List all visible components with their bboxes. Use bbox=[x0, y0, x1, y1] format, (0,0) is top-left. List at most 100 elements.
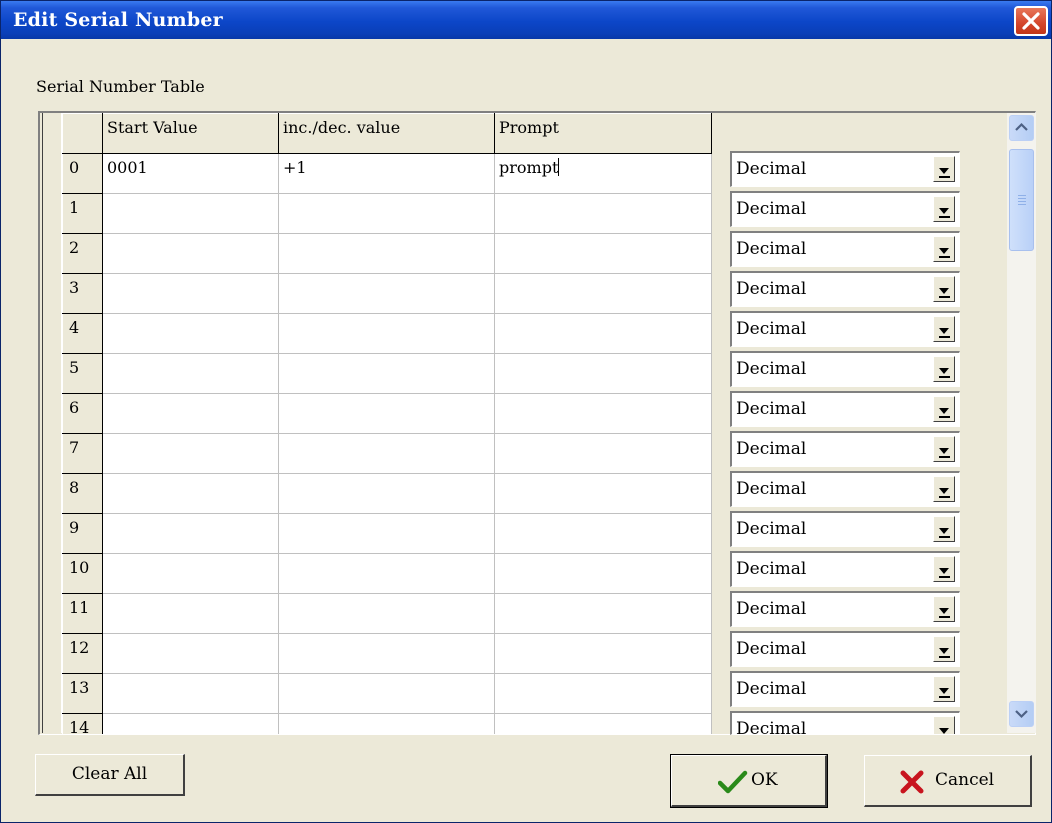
dropdown-arrow-icon[interactable] bbox=[933, 716, 955, 734]
format-select[interactable]: Decimal bbox=[730, 271, 960, 307]
format-select[interactable]: Decimal bbox=[730, 551, 960, 587]
dropdown-arrow-icon[interactable] bbox=[933, 276, 955, 302]
start-value-cell[interactable] bbox=[102, 193, 279, 234]
table-row: 11 bbox=[62, 593, 712, 634]
format-select-value: Decimal bbox=[736, 479, 807, 499]
format-select[interactable]: Decimal bbox=[730, 671, 960, 707]
dropdown-arrow-icon[interactable] bbox=[933, 556, 955, 582]
prompt-cell[interactable] bbox=[494, 193, 712, 234]
scroll-thumb[interactable] bbox=[1009, 149, 1034, 251]
dropdown-arrow-icon[interactable] bbox=[933, 316, 955, 342]
format-select[interactable]: Decimal bbox=[730, 431, 960, 467]
dropdown-arrow-icon[interactable] bbox=[933, 396, 955, 422]
inc-dec-value-cell[interactable] bbox=[278, 473, 495, 514]
format-select-value: Decimal bbox=[736, 719, 807, 735]
prompt-cell[interactable] bbox=[494, 353, 712, 394]
start-value-cell[interactable] bbox=[102, 353, 279, 394]
dropdown-arrow-icon[interactable] bbox=[933, 196, 955, 222]
row-index: 1 bbox=[62, 193, 103, 234]
column-header-inc-dec-value[interactable]: inc./dec. value bbox=[278, 113, 495, 154]
inc-dec-value-cell[interactable] bbox=[278, 273, 495, 314]
start-value-cell[interactable] bbox=[102, 273, 279, 314]
dropdown-arrow-icon[interactable] bbox=[933, 636, 955, 662]
inc-dec-value-cell[interactable] bbox=[278, 633, 495, 674]
prompt-cell[interactable]: prompt bbox=[494, 153, 712, 194]
chevron-up-icon bbox=[1015, 122, 1028, 131]
column-header-start-value[interactable]: Start Value bbox=[102, 113, 279, 154]
prompt-cell[interactable] bbox=[494, 513, 712, 554]
dropdown-arrow-icon[interactable] bbox=[933, 156, 955, 182]
start-value-cell[interactable] bbox=[102, 233, 279, 274]
dropdown-arrow-icon[interactable] bbox=[933, 676, 955, 702]
cancel-button[interactable]: Cancel bbox=[864, 755, 1032, 807]
format-select[interactable]: Decimal bbox=[730, 191, 960, 227]
dropdown-arrow-icon[interactable] bbox=[933, 436, 955, 462]
format-select[interactable]: Decimal bbox=[730, 631, 960, 667]
prompt-cell[interactable] bbox=[494, 433, 712, 474]
inc-dec-value-cell[interactable] bbox=[278, 393, 495, 434]
prompt-cell[interactable] bbox=[494, 233, 712, 274]
format-select[interactable]: Decimal bbox=[730, 511, 960, 547]
format-select[interactable]: Decimal bbox=[730, 151, 960, 187]
table-header-row: Start Value inc./dec. value Prompt bbox=[62, 113, 712, 154]
start-value-cell[interactable] bbox=[102, 633, 279, 674]
inc-dec-value-cell[interactable] bbox=[278, 433, 495, 474]
scroll-up-button[interactable] bbox=[1009, 115, 1034, 141]
start-value-cell[interactable] bbox=[102, 713, 279, 734]
start-value-cell[interactable] bbox=[102, 513, 279, 554]
inc-dec-value-cell[interactable]: +1 bbox=[278, 153, 495, 194]
inc-dec-value-cell[interactable] bbox=[278, 313, 495, 354]
inc-dec-value-cell[interactable] bbox=[278, 593, 495, 634]
row-index-text: 4 bbox=[69, 318, 80, 337]
dropdown-arrow-icon[interactable] bbox=[933, 356, 955, 382]
row-index: 8 bbox=[62, 473, 103, 514]
prompt-cell[interactable] bbox=[494, 593, 712, 634]
checkmark-icon bbox=[717, 770, 748, 799]
inc-dec-value-cell[interactable] bbox=[278, 353, 495, 394]
clear-all-button[interactable]: Clear All bbox=[35, 754, 185, 796]
close-button[interactable] bbox=[1014, 6, 1048, 36]
dropdown-arrow-icon[interactable] bbox=[933, 596, 955, 622]
row-index: 10 bbox=[62, 553, 103, 594]
inc-dec-value-cell[interactable] bbox=[278, 513, 495, 554]
vertical-scrollbar[interactable] bbox=[1007, 113, 1036, 733]
start-value-cell[interactable]: 0001 bbox=[102, 153, 279, 194]
start-value-cell[interactable] bbox=[102, 393, 279, 434]
inc-dec-value-cell[interactable] bbox=[278, 713, 495, 734]
prompt-cell[interactable] bbox=[494, 553, 712, 594]
format-select[interactable]: Decimal bbox=[730, 391, 960, 427]
format-select[interactable]: Decimal bbox=[730, 351, 960, 387]
start-value-cell[interactable] bbox=[102, 673, 279, 714]
format-select[interactable]: Decimal bbox=[730, 231, 960, 267]
title-bar[interactable]: Edit Serial Number bbox=[1, 1, 1051, 39]
prompt-cell[interactable] bbox=[494, 273, 712, 314]
format-select[interactable]: Decimal bbox=[730, 711, 960, 735]
row-index-text: 6 bbox=[69, 398, 80, 417]
format-select[interactable]: Decimal bbox=[730, 471, 960, 507]
format-select[interactable]: Decimal bbox=[730, 591, 960, 627]
scroll-down-button[interactable] bbox=[1009, 701, 1034, 727]
row-index: 3 bbox=[62, 273, 103, 314]
start-value-cell[interactable] bbox=[102, 473, 279, 514]
format-select[interactable]: Decimal bbox=[730, 311, 960, 347]
inc-dec-value-cell[interactable] bbox=[278, 553, 495, 594]
inc-dec-value-cell[interactable] bbox=[278, 193, 495, 234]
start-value-cell[interactable] bbox=[102, 313, 279, 354]
ok-label: OK bbox=[751, 770, 778, 790]
prompt-cell[interactable] bbox=[494, 473, 712, 514]
prompt-cell[interactable] bbox=[494, 713, 712, 734]
inc-dec-value-cell[interactable] bbox=[278, 233, 495, 274]
start-value-cell[interactable] bbox=[102, 593, 279, 634]
ok-button[interactable]: OK bbox=[670, 754, 828, 808]
column-header-prompt[interactable]: Prompt bbox=[494, 113, 712, 154]
dropdown-arrow-icon[interactable] bbox=[933, 236, 955, 262]
start-value-cell[interactable] bbox=[102, 433, 279, 474]
dropdown-arrow-icon[interactable] bbox=[933, 476, 955, 502]
dropdown-arrow-icon[interactable] bbox=[933, 516, 955, 542]
inc-dec-value-cell[interactable] bbox=[278, 673, 495, 714]
prompt-cell[interactable] bbox=[494, 313, 712, 354]
prompt-cell[interactable] bbox=[494, 633, 712, 674]
prompt-cell[interactable] bbox=[494, 393, 712, 434]
prompt-cell[interactable] bbox=[494, 673, 712, 714]
start-value-cell[interactable] bbox=[102, 553, 279, 594]
